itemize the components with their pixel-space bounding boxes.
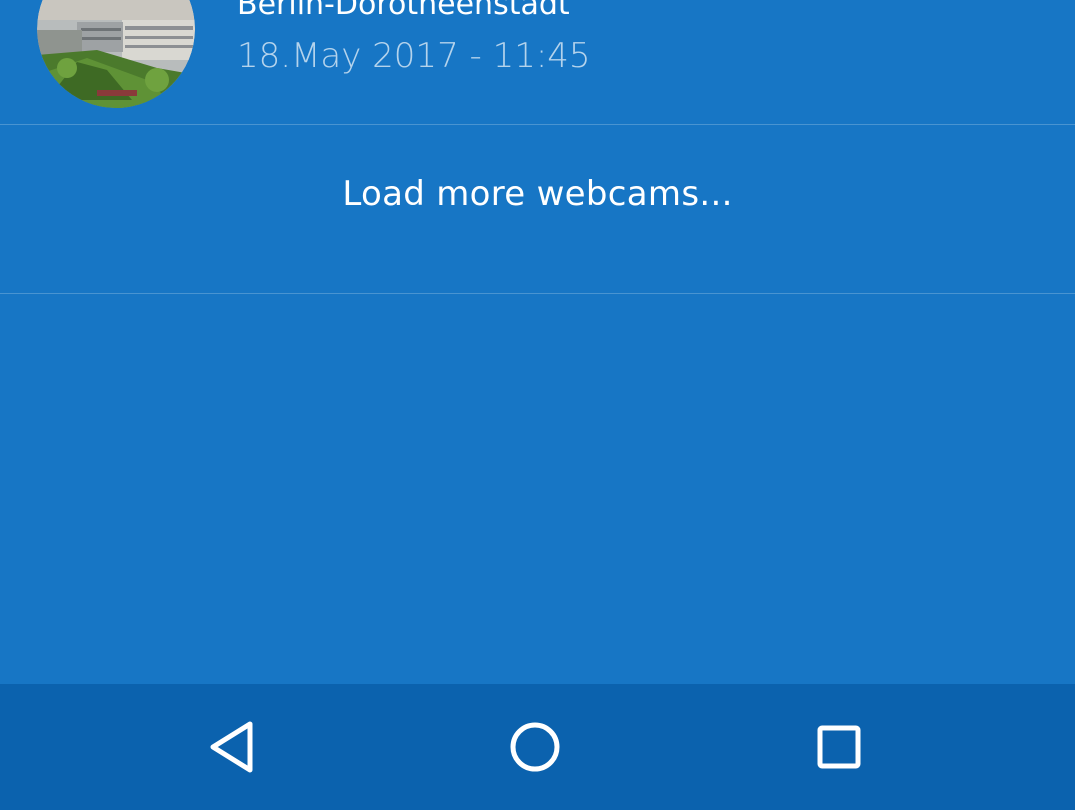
home-button[interactable] (505, 717, 565, 777)
webcam-list-item[interactable]: Berlin-Dorotheenstadt 18.May 2017 - 11:4… (0, 0, 1075, 125)
system-navigation-bar (0, 684, 1075, 810)
load-more-label: Load more webcams... (342, 174, 733, 214)
recents-button[interactable] (809, 717, 869, 777)
webcam-timestamp: 18.May 2017 - 11:45 (237, 36, 591, 76)
recents-icon (817, 725, 861, 769)
load-more-button[interactable]: Load more webcams... (0, 125, 1075, 294)
back-icon (210, 721, 253, 773)
home-icon (510, 722, 560, 772)
webcam-thumbnail (37, 0, 195, 108)
screen: Berlin-Dorotheenstadt 18.May 2017 - 11:4… (0, 0, 1075, 810)
webcam-title: Berlin-Dorotheenstadt (237, 0, 570, 22)
back-button[interactable] (203, 717, 263, 777)
